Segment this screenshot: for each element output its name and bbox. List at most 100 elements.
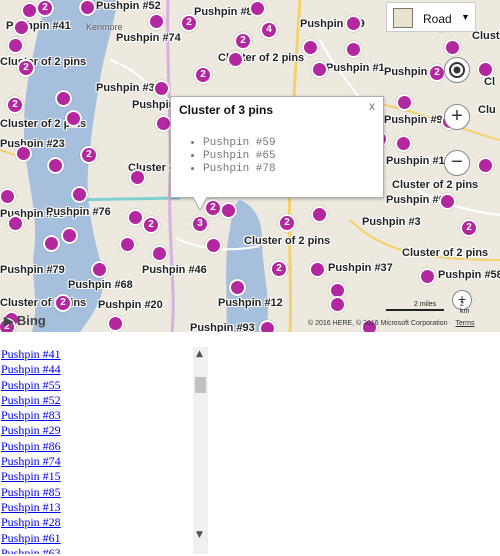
plus-icon: + — [451, 105, 463, 127]
close-infobox-button[interactable]: x — [369, 99, 375, 113]
zoom-in-button[interactable]: + — [444, 104, 470, 130]
pushpin-label: Pushpin — [132, 99, 176, 111]
pushpin-link[interactable]: Pushpin #55 — [1, 378, 61, 393]
pushpin-marker[interactable] — [259, 320, 276, 332]
pushpin-marker[interactable] — [396, 94, 413, 111]
pushpin-marker[interactable] — [129, 169, 146, 186]
target-icon — [449, 62, 465, 78]
zoom-out-button[interactable]: − — [444, 150, 470, 176]
pushpin-label: Pushpin #12 — [218, 297, 283, 309]
terms-link[interactable]: Terms — [455, 320, 474, 327]
pushpin-label: Pushpin #37 — [328, 262, 393, 274]
pushpin-link[interactable]: Pushpin #28 — [1, 515, 61, 530]
pushpin-link[interactable]: Pushpin #74 — [1, 454, 61, 469]
map-view[interactable]: Kenmore Pushpin #52 Pushpin #83 Pushpin … — [0, 0, 500, 332]
cluster-marker[interactable]: 2 — [460, 219, 478, 237]
pushpin-label: Pushpin #20 — [98, 299, 163, 311]
cluster-label: Cluster of 2 pins — [0, 297, 87, 309]
scroll-up-icon[interactable]: ▲ — [196, 349, 203, 359]
cluster-marker[interactable]: 2 — [270, 260, 288, 278]
locate-me-button[interactable] — [444, 57, 470, 83]
scale-bar: 2 miles 2 km — [386, 301, 469, 315]
pushpin-marker[interactable] — [7, 215, 24, 232]
pushpin-marker[interactable] — [205, 237, 222, 254]
pushpin-label: Pushpin #76 — [46, 206, 111, 218]
pushpin-marker[interactable] — [220, 202, 237, 219]
pushpin-marker[interactable] — [345, 15, 362, 32]
pushpin-link[interactable]: Pushpin #15 — [1, 469, 61, 484]
list-scrollbar[interactable]: ▲ ▼ — [193, 347, 208, 554]
pushpin-marker[interactable] — [395, 135, 412, 152]
pushpin-label: Pushpin #23 — [0, 138, 65, 150]
infobox-pin-list: Pushpin #59 Pushpin #65 Pushpin #78 — [203, 137, 276, 176]
cluster-marker[interactable]: 2 — [194, 66, 212, 84]
pushpin-marker[interactable] — [71, 186, 88, 203]
pushpin-marker[interactable] — [329, 296, 346, 313]
pushpin-marker[interactable] — [13, 19, 30, 36]
pushpin-marker[interactable] — [311, 61, 328, 78]
pushpin-link[interactable]: Pushpin #86 — [1, 439, 61, 454]
pushpin-marker[interactable] — [477, 157, 494, 174]
pushpin-marker[interactable] — [15, 145, 32, 162]
cluster-label: Cluster of 2 pins — [392, 179, 479, 191]
scrollbar-thumb[interactable] — [195, 377, 206, 393]
pushpin-link[interactable]: Pushpin #52 — [1, 393, 61, 408]
cluster-marker[interactable]: 2 — [80, 146, 98, 164]
cluster-infobox: Cluster of 3 pins x Pushpin #59 Pushpin … — [170, 96, 384, 211]
pushpin-link[interactable]: Pushpin #13 — [1, 500, 61, 515]
pushpin-marker[interactable] — [227, 51, 244, 68]
pushpin-marker[interactable] — [153, 80, 170, 97]
pushpin-label: Pushpin #90 — [384, 114, 449, 126]
pushpin-marker[interactable] — [119, 236, 136, 253]
pushpin-marker[interactable] — [47, 157, 64, 174]
pushpin-marker[interactable] — [345, 41, 362, 58]
cluster-label: Cluster of 2 pins — [244, 235, 331, 247]
pushpin-label: Pushpin #68 — [68, 279, 133, 291]
pushpin-marker[interactable] — [439, 193, 456, 210]
pushpin-link[interactable]: Pushpin #85 — [1, 485, 61, 500]
cluster-marker[interactable]: 2 — [142, 216, 160, 234]
pushpin-marker[interactable] — [477, 61, 494, 78]
scale-km: 2 km — [460, 301, 470, 315]
cluster-marker[interactable]: 2 — [180, 14, 198, 32]
cluster-marker[interactable]: 3 — [191, 215, 209, 233]
cluster-marker[interactable]: 2 — [6, 96, 24, 114]
cluster-marker[interactable]: 2 — [17, 59, 35, 77]
cluster-marker[interactable]: 2 — [234, 32, 252, 50]
pushpin-marker[interactable] — [444, 39, 461, 56]
pushpin-link[interactable]: Pushpin #41 — [1, 347, 61, 362]
pushpin-marker[interactable] — [61, 227, 78, 244]
cluster-label: Clust — [472, 30, 500, 42]
pushpin-label: Pushpin #79 — [0, 264, 65, 276]
pushpin-link[interactable]: Pushpin #61 — [1, 531, 61, 546]
pushpin-label: Pushpin #46 — [142, 264, 207, 276]
pushpin-marker[interactable] — [91, 261, 108, 278]
pushpin-list-panel[interactable]: Pushpin #41 Pushpin #44 Pushpin #55 Push… — [0, 347, 208, 554]
cluster-marker[interactable]: 4 — [260, 21, 278, 39]
pushpin-link[interactable]: Pushpin #83 — [1, 408, 61, 423]
pushpin-label: Pushpin #3 — [362, 216, 421, 228]
pushpin-marker[interactable] — [302, 39, 319, 56]
pushpin-marker[interactable] — [65, 110, 82, 127]
pushpin-marker[interactable] — [7, 37, 24, 54]
pushpin-link[interactable]: Pushpin #44 — [1, 362, 61, 377]
pushpin-marker[interactable] — [43, 235, 60, 252]
scroll-down-icon[interactable]: ▼ — [196, 530, 203, 540]
cluster-marker[interactable]: 2 — [278, 214, 296, 232]
pushpin-label: Pushpin #1 — [326, 62, 385, 74]
pushpin-link[interactable]: Pushpin #29 — [1, 423, 61, 438]
pushpin-label: Pushpin #39 — [96, 82, 161, 94]
pushpin-marker[interactable] — [107, 315, 124, 332]
map-type-selector[interactable]: Road ▼ — [386, 2, 476, 32]
pushpin-marker[interactable] — [55, 90, 72, 107]
pushpin-link[interactable]: Pushpin #63 — [1, 546, 61, 554]
pushpin-marker[interactable] — [311, 206, 328, 223]
pushpin-marker[interactable] — [151, 245, 168, 262]
pushpin-marker[interactable] — [419, 268, 436, 285]
pushpin-marker[interactable] — [309, 261, 326, 278]
pushpin-marker[interactable] — [148, 13, 165, 30]
cluster-marker[interactable]: 2 — [54, 294, 72, 312]
infobox-item: Pushpin #65 — [203, 150, 276, 163]
pushpin-marker[interactable] — [229, 279, 246, 296]
pushpin-marker[interactable] — [249, 0, 266, 17]
